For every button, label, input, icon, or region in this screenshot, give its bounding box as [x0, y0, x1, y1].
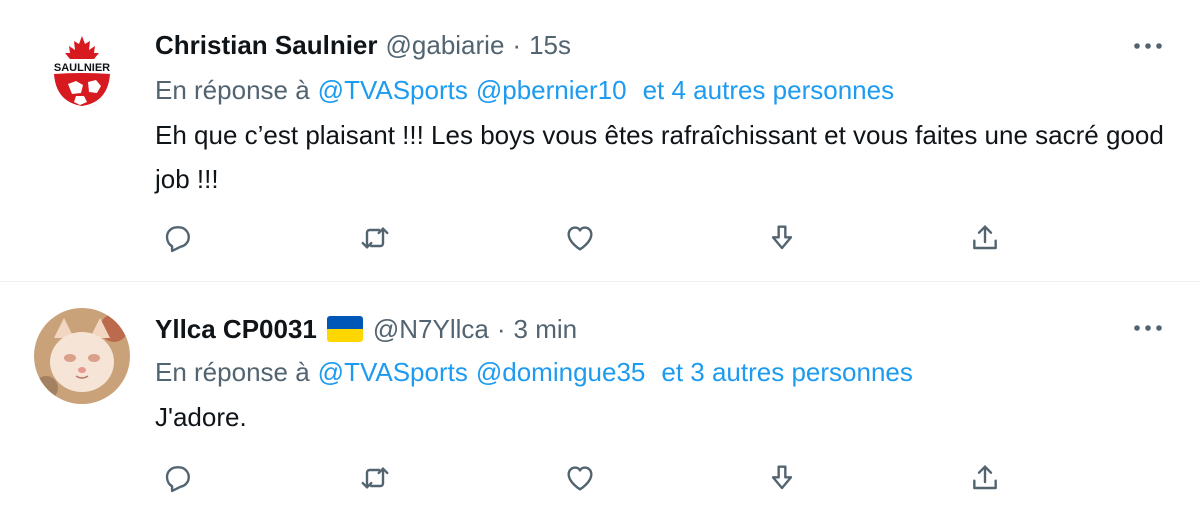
mention-link[interactable]: @pbernier10: [476, 75, 627, 106]
like-icon: [567, 466, 593, 491]
reply-button[interactable]: [157, 458, 197, 498]
more-icon[interactable]: [1130, 310, 1166, 346]
avatar[interactable]: [34, 308, 130, 404]
avatar[interactable]: SAULNIER: [34, 22, 130, 118]
share-icon: [973, 465, 997, 490]
user-handle[interactable]: @N7Yllca: [373, 314, 489, 345]
reply-prefix: En réponse à: [155, 356, 310, 387]
tweet[interactable]: SAULNIER Christian Saulnier @gabiarie · …: [0, 0, 1200, 282]
mention-link[interactable]: @TVASports: [318, 357, 468, 388]
like-button[interactable]: [560, 458, 600, 498]
download-button[interactable]: [762, 218, 802, 258]
tweet-text: Eh que c’est plaisant !!! Les boys vous …: [155, 120, 1164, 194]
reply-context: En réponse à @TVASports @pbernier10 et 4…: [155, 72, 894, 108]
mention-link[interactable]: @TVASports: [318, 75, 468, 106]
user-handle[interactable]: @gabiarie: [386, 30, 505, 61]
tweet[interactable]: Yllca CP0031 @N7Yllca · 3 min En réponse…: [0, 282, 1200, 508]
mention-link[interactable]: @domingue35: [476, 357, 646, 388]
retweet-icon: [361, 227, 389, 249]
retweet-button[interactable]: [355, 458, 395, 498]
tweet-header: Yllca CP0031 @N7Yllca · 3 min: [155, 311, 577, 347]
saulnier-logo: SAULNIER: [34, 22, 130, 118]
display-name[interactable]: Yllca CP0031: [155, 314, 317, 345]
display-name[interactable]: Christian Saulnier: [155, 30, 378, 61]
reply-icon: [165, 466, 190, 493]
separator: ·: [496, 313, 506, 344]
like-button[interactable]: [560, 218, 600, 258]
like-icon: [567, 226, 593, 251]
download-button[interactable]: [762, 458, 802, 498]
reply-icon: [165, 226, 190, 253]
others-link[interactable]: et 4 autres personnes: [643, 75, 895, 106]
share-button[interactable]: [965, 458, 1005, 498]
separator: ·: [512, 29, 522, 60]
others-link[interactable]: et 3 autres personnes: [661, 357, 913, 388]
reply-context: En réponse à @TVASports @domingue35 et 3…: [155, 354, 913, 390]
ukraine-flag-icon: [326, 316, 363, 342]
download-icon: [771, 465, 793, 490]
tweet-header: Christian Saulnier @gabiarie · 15s: [155, 27, 571, 63]
retweet-icon: [361, 467, 389, 489]
download-icon: [771, 225, 793, 250]
timestamp[interactable]: 3 min: [514, 314, 578, 345]
reply-button[interactable]: [157, 218, 197, 258]
more-icon[interactable]: [1130, 28, 1166, 64]
action-bar: [155, 458, 1015, 498]
share-button[interactable]: [965, 218, 1005, 258]
cat-avatar-image: [34, 308, 130, 404]
avatar-logo-text: SAULNIER: [54, 62, 110, 74]
tweet-text: J'adore.: [155, 402, 247, 432]
reply-prefix: En réponse à: [155, 74, 310, 105]
timestamp[interactable]: 15s: [529, 30, 571, 61]
retweet-button[interactable]: [355, 218, 395, 258]
action-bar: [155, 218, 1015, 258]
share-icon: [973, 225, 997, 250]
